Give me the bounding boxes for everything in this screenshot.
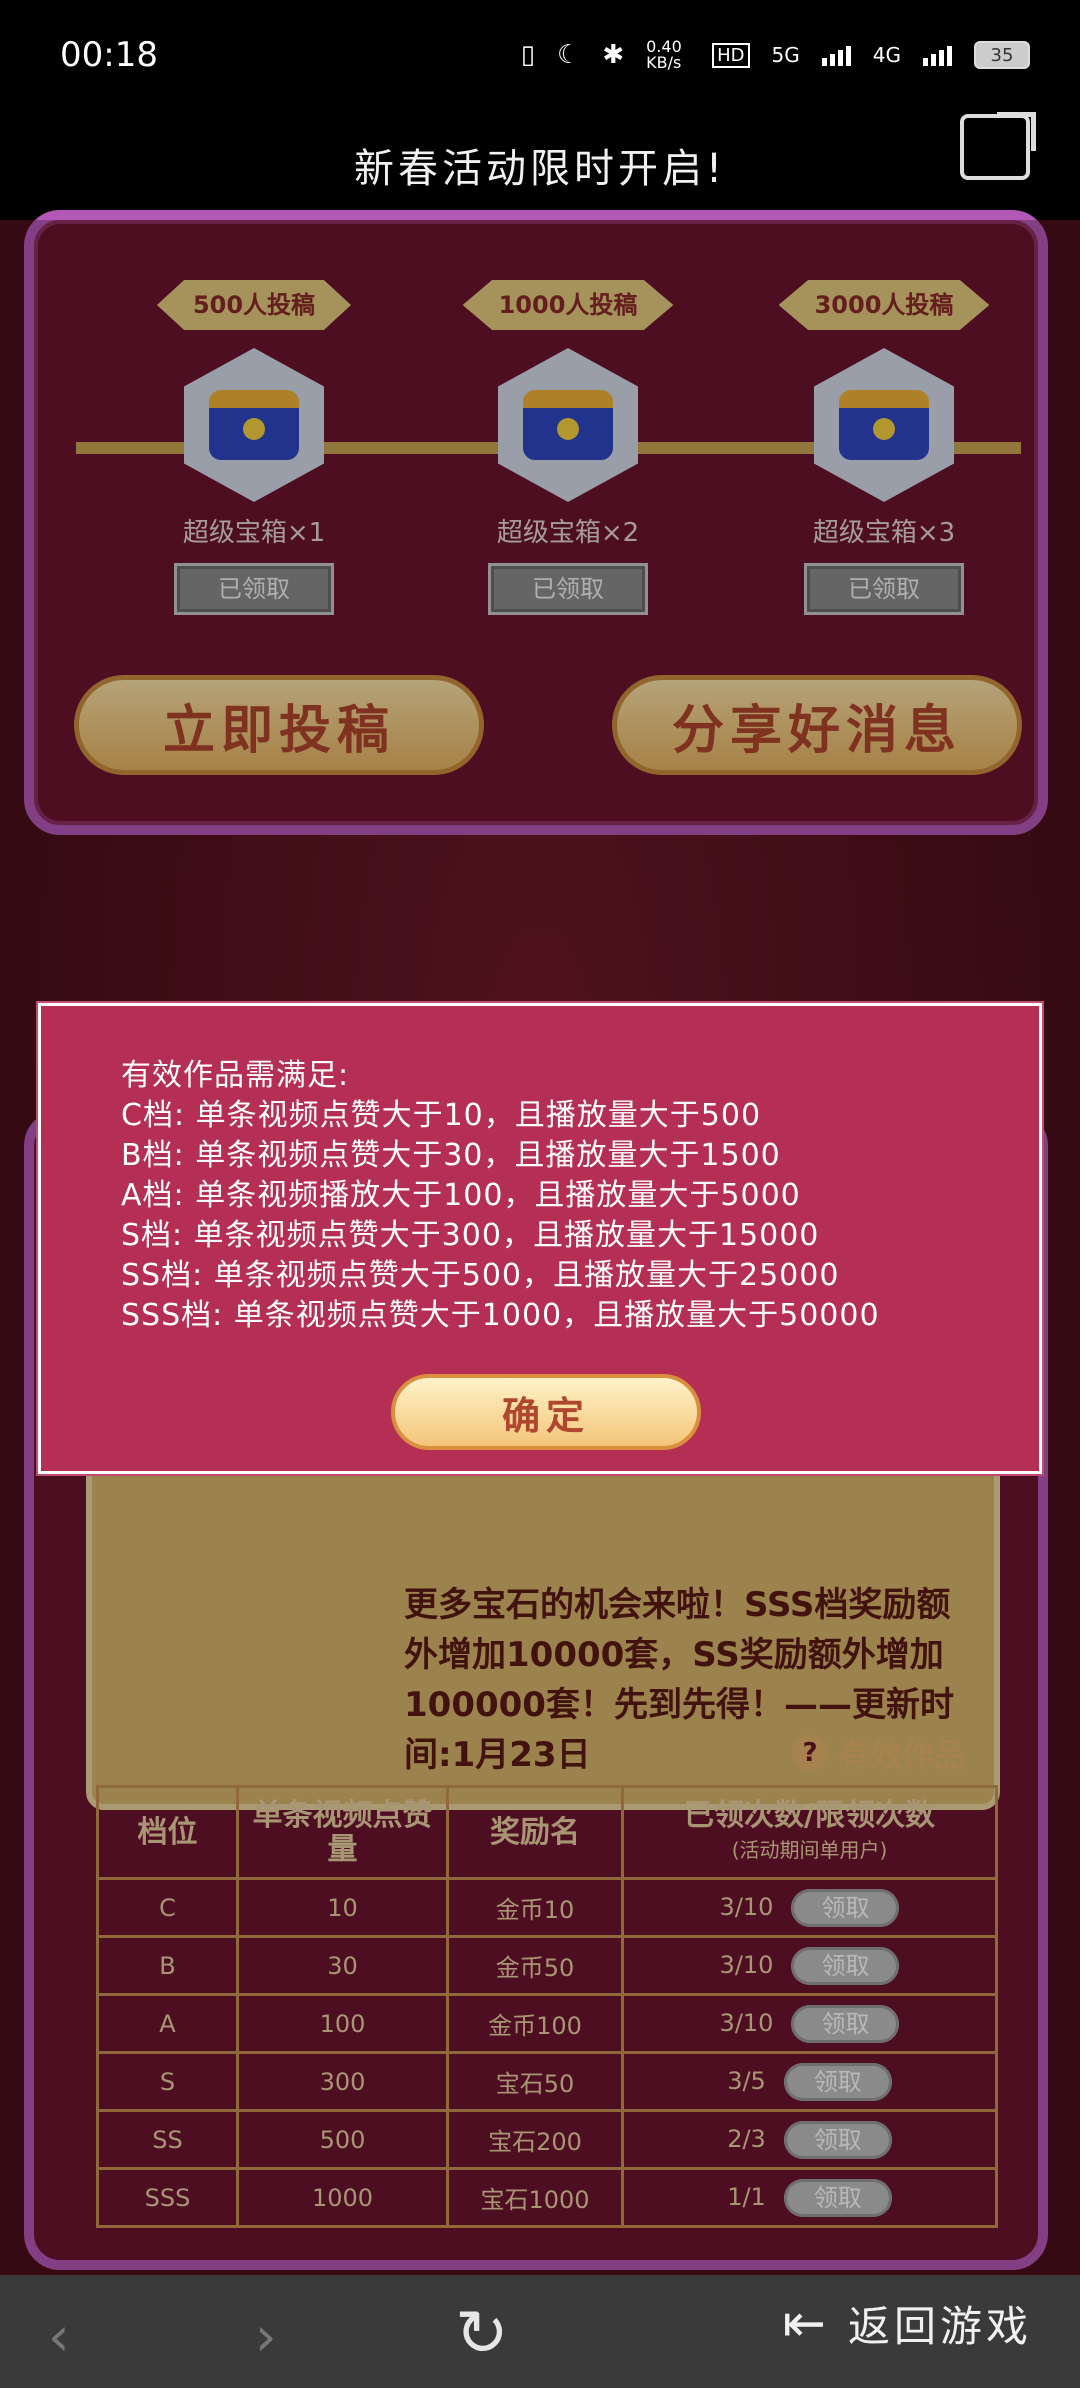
bottom-nav: ‹ › ↻ ⇤ 返回游戏 <box>0 2275 1080 2388</box>
battery-icon: 35 <box>974 41 1030 69</box>
rules-modal: 有效作品需满足: C档: 单条视频点赞大于10，且播放量大于500 B档: 单条… <box>38 1003 1042 1474</box>
modal-line: 有效作品需满足: <box>121 1058 350 1093</box>
modal-line: C档: 单条视频点赞大于10，且播放量大于500 <box>121 1098 762 1133</box>
modal-line: SSS档: 单条视频点赞大于1000，且播放量大于50000 <box>121 1298 880 1333</box>
return-game-label: 返回游戏 <box>847 2302 1032 2351</box>
net1-label: 5G <box>771 43 800 67</box>
status-bar: 00:18 ▯ ☾ ✱ 0.40 KB/s HD 5G 4G 35 <box>0 0 1080 110</box>
modal-line: SS档: 单条视频点赞大于500，且播放量大于25000 <box>121 1258 840 1293</box>
clock: 00:18 <box>60 35 158 75</box>
modal-line: B档: 单条视频点赞大于30，且播放量大于1500 <box>121 1138 781 1173</box>
page-title: 新春活动限时开启! <box>353 146 727 192</box>
exit-icon: ⇤ <box>782 2293 830 2354</box>
net-speed: 0.40 KB/s <box>646 37 682 72</box>
moon-icon: ☾ <box>557 40 581 70</box>
bluetooth-icon: ✱ <box>602 40 625 70</box>
forward-arrow-icon[interactable]: › <box>255 2305 277 2368</box>
hd-icon: HD <box>712 42 750 68</box>
modal-line: S档: 单条视频点赞大于300，且播放量大于15000 <box>121 1218 820 1253</box>
modal-line: A档: 单条视频播放大于100，且播放量大于5000 <box>121 1178 801 1213</box>
reload-icon[interactable]: ↻ <box>455 2297 509 2371</box>
vibrate-icon: ▯ <box>520 40 536 70</box>
page-header: 新春活动限时开启! <box>0 110 1080 220</box>
net2-label: 4G <box>872 43 901 67</box>
modal-rules-text: 有效作品需满足: C档: 单条视频点赞大于10，且播放量大于500 B档: 单条… <box>121 1056 880 1336</box>
back-arrow-icon[interactable]: ‹ <box>48 2305 70 2368</box>
status-icons: ▯ ☾ ✱ 0.40 KB/s HD 5G 4G 35 <box>521 39 1030 71</box>
signal-icon-2 <box>923 44 952 66</box>
share-icon[interactable] <box>960 114 1030 180</box>
confirm-button[interactable]: 确定 <box>391 1374 701 1450</box>
signal-icon <box>821 44 851 66</box>
return-game-button[interactable]: ⇤ 返回游戏 <box>782 2293 1032 2354</box>
